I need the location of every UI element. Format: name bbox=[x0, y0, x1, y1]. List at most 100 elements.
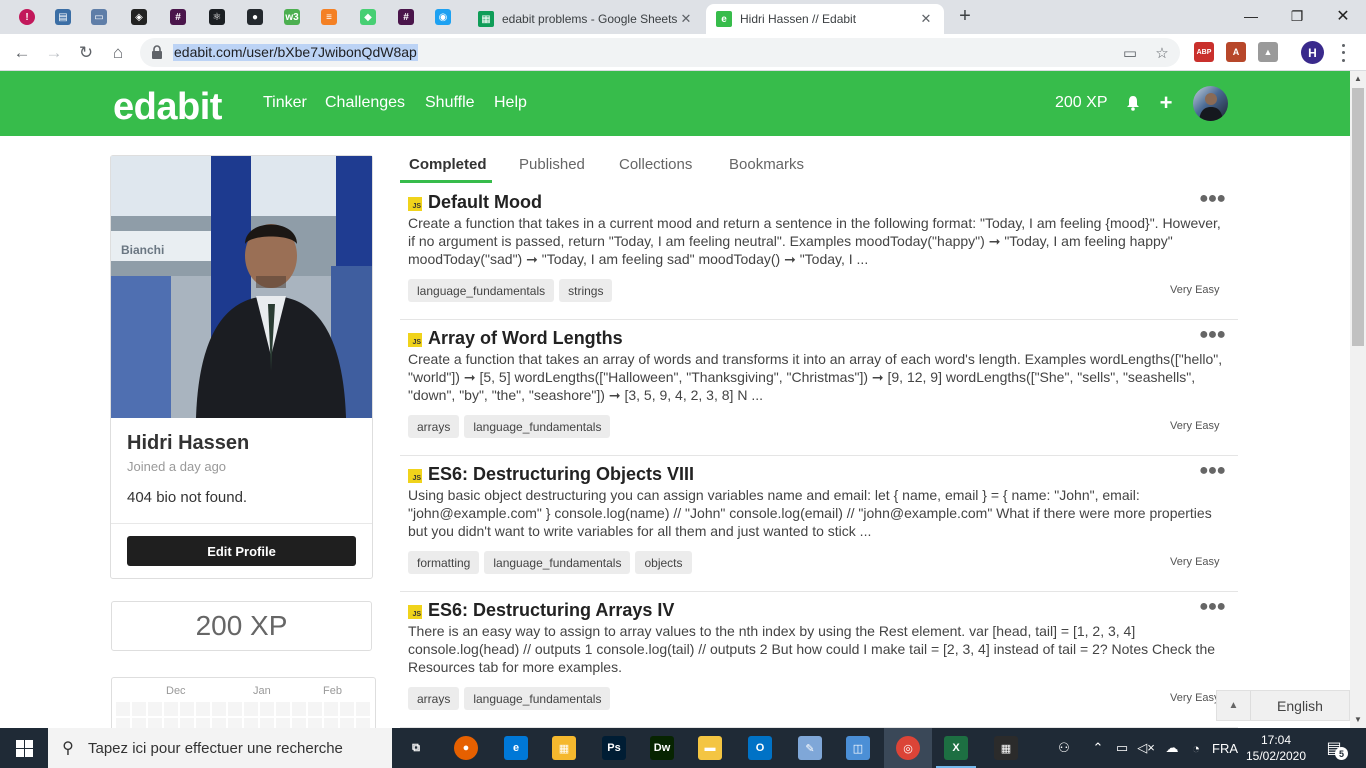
address-bar[interactable]: edabit.com/user/bXbe7JwibonQdW8ap ▭ ☆ bbox=[140, 38, 1180, 67]
nav-challenges[interactable]: Challenges bbox=[325, 94, 405, 112]
nav-xp[interactable]: 200 XP bbox=[1055, 94, 1107, 112]
profile-avatar[interactable]: H bbox=[1301, 41, 1324, 64]
action-center-icon[interactable]: ▤ 5 bbox=[1320, 736, 1348, 760]
reload-button[interactable]: ↻ bbox=[73, 40, 99, 66]
scroll-down-icon[interactable]: ▼ bbox=[1350, 712, 1366, 728]
edabit-logo[interactable]: edabit bbox=[113, 86, 222, 129]
edit-profile-button[interactable]: Edit Profile bbox=[127, 536, 356, 566]
challenge-title[interactable]: ES6: Destructuring Arrays IV bbox=[428, 600, 674, 621]
battery-icon[interactable]: ▭ bbox=[1112, 728, 1132, 768]
browser-menu-icon[interactable] bbox=[1337, 42, 1349, 64]
bookmark-star-icon[interactable]: ☆ bbox=[1152, 43, 1172, 63]
challenge-card[interactable]: JS ES6: Destructuring Arrays IV ●●● There i… bbox=[400, 592, 1238, 728]
challenge-title[interactable]: Default Mood bbox=[428, 192, 542, 213]
taskbar-app[interactable]: X bbox=[932, 728, 980, 768]
tab-collections[interactable]: Collections bbox=[619, 156, 692, 173]
nav-tinker[interactable]: Tinker bbox=[263, 94, 307, 112]
taskbar-app[interactable]: ◫ bbox=[834, 728, 882, 768]
chevron-up-icon[interactable]: ⌃ bbox=[1090, 728, 1106, 768]
new-tab-button[interactable]: + bbox=[954, 6, 976, 28]
close-tab-icon[interactable]: ✕ bbox=[678, 11, 694, 27]
user-avatar[interactable] bbox=[1193, 86, 1228, 121]
tag[interactable]: language_fundamentals bbox=[408, 279, 555, 302]
tab-google-sheets[interactable]: ▦ edabit problems - Google Sheets ✕ bbox=[468, 4, 704, 34]
tab-completed[interactable]: Completed bbox=[409, 156, 487, 173]
tag[interactable]: objects bbox=[635, 551, 692, 574]
plus-icon[interactable]: + bbox=[1156, 90, 1176, 115]
nav-shuffle[interactable]: Shuffle bbox=[425, 94, 475, 112]
taskbar-app[interactable]: ✎ bbox=[786, 728, 834, 768]
system-clock[interactable]: 17:04 15/02/2020 bbox=[1244, 732, 1308, 764]
pinned-tab[interactable]: # bbox=[388, 4, 424, 30]
page-scrollbar[interactable]: ▲ ▼ bbox=[1350, 71, 1366, 728]
tag[interactable]: formatting bbox=[408, 551, 480, 574]
tag-list: formatting language_fundamentals objects bbox=[408, 551, 692, 574]
taskbar-app[interactable]: Dw bbox=[638, 728, 686, 768]
onedrive-icon[interactable]: ☁ bbox=[1162, 728, 1182, 768]
challenge-title[interactable]: ES6: Destructuring Objects VIII bbox=[428, 464, 694, 485]
close-window-button[interactable]: ✕ bbox=[1320, 0, 1366, 32]
adblock-icon[interactable]: ABP bbox=[1194, 42, 1214, 62]
wifi-icon[interactable]: ◔ bbox=[1186, 728, 1206, 768]
restore-button[interactable]: ❐ bbox=[1274, 0, 1320, 32]
back-button[interactable]: ← bbox=[9, 40, 35, 66]
pdf-icon[interactable]: A bbox=[1226, 42, 1246, 62]
pinned-tab[interactable]: ≡ bbox=[311, 4, 347, 30]
calendar-cell bbox=[356, 718, 370, 728]
taskbar-app[interactable]: e bbox=[492, 728, 540, 768]
tab-edabit-profile[interactable]: e Hidri Hassen // Edabit ✕ bbox=[706, 4, 944, 34]
tab-published[interactable]: Published bbox=[519, 156, 585, 173]
start-button[interactable] bbox=[0, 728, 48, 768]
taskbar-app[interactable]: Ps bbox=[590, 728, 638, 768]
tag[interactable]: language_fundamentals bbox=[484, 551, 631, 574]
people-icon[interactable]: ⚇ bbox=[1052, 728, 1076, 768]
scroll-thumb[interactable] bbox=[1352, 88, 1364, 346]
pinned-tab[interactable]: ▤ bbox=[45, 4, 81, 30]
more-options-icon[interactable]: ●●● bbox=[1199, 326, 1226, 344]
challenge-card[interactable]: JS ES6: Destructuring Objects VIII ●●● Usin… bbox=[400, 456, 1238, 592]
challenge-card[interactable]: JS Array of Word Lengths ●●● Create a funct… bbox=[400, 320, 1238, 456]
alert-circle-icon: ! bbox=[19, 9, 35, 25]
cast-icon[interactable]: ▭ bbox=[1120, 43, 1140, 63]
language-selector[interactable]: ▲ English bbox=[1216, 690, 1350, 721]
tag[interactable]: language_fundamentals bbox=[464, 415, 611, 438]
nav-help[interactable]: Help bbox=[494, 94, 527, 112]
pinned-tab[interactable]: ▭ bbox=[81, 4, 117, 30]
url-text[interactable]: edabit.com/user/bXbe7JwibonQdW8ap bbox=[173, 44, 418, 61]
volume-mute-icon[interactable]: ◁× bbox=[1136, 728, 1156, 768]
close-tab-icon[interactable]: ✕ bbox=[918, 11, 934, 27]
pinned-tab[interactable]: w3 bbox=[274, 4, 310, 30]
scroll-up-icon[interactable]: ▲ bbox=[1350, 71, 1366, 87]
taskbar-app[interactable]: ⧉ bbox=[392, 728, 440, 768]
challenge-title[interactable]: Array of Word Lengths bbox=[428, 328, 623, 349]
taskbar-app[interactable]: O bbox=[736, 728, 784, 768]
tag[interactable]: arrays bbox=[408, 687, 460, 710]
taskbar-app[interactable]: ▦ bbox=[982, 728, 1030, 768]
more-options-icon[interactable]: ●●● bbox=[1199, 462, 1226, 480]
tab-bookmarks[interactable]: Bookmarks bbox=[729, 156, 804, 173]
pinned-tab[interactable]: ◉ bbox=[425, 4, 461, 30]
forward-button[interactable]: → bbox=[41, 40, 67, 66]
taskbar-app[interactable]: ▦ bbox=[540, 728, 588, 768]
minimize-button[interactable]: — bbox=[1228, 0, 1274, 32]
taskbar-app[interactable]: ● bbox=[442, 728, 490, 768]
more-options-icon[interactable]: ●●● bbox=[1199, 190, 1226, 208]
pinned-tab[interactable]: ! bbox=[9, 4, 45, 30]
pinned-tab[interactable]: ◆ bbox=[350, 4, 386, 30]
challenge-card[interactable]: JS Default Mood ●●● Create a function that … bbox=[400, 184, 1238, 320]
tag[interactable]: arrays bbox=[408, 415, 460, 438]
home-button[interactable]: ⌂ bbox=[105, 40, 131, 66]
taskbar-search[interactable]: ⚲ Tapez ici pour effectuer une recherche bbox=[48, 728, 392, 768]
bell-icon[interactable] bbox=[1123, 93, 1143, 113]
pinned-tab[interactable]: # bbox=[160, 4, 196, 30]
pinned-tab[interactable]: ⚛ bbox=[199, 4, 235, 30]
taskbar-app[interactable]: ◎ bbox=[884, 728, 932, 768]
more-options-icon[interactable]: ●●● bbox=[1199, 598, 1226, 616]
drive-icon[interactable]: ▲ bbox=[1258, 42, 1278, 62]
taskbar-app[interactable]: ▬ bbox=[686, 728, 734, 768]
tag[interactable]: strings bbox=[559, 279, 613, 302]
pinned-tab[interactable]: ◈ bbox=[121, 4, 157, 30]
pinned-tab[interactable]: ● bbox=[237, 4, 273, 30]
tag[interactable]: language_fundamentals bbox=[464, 687, 611, 710]
input-language[interactable]: FRA bbox=[1210, 728, 1240, 768]
